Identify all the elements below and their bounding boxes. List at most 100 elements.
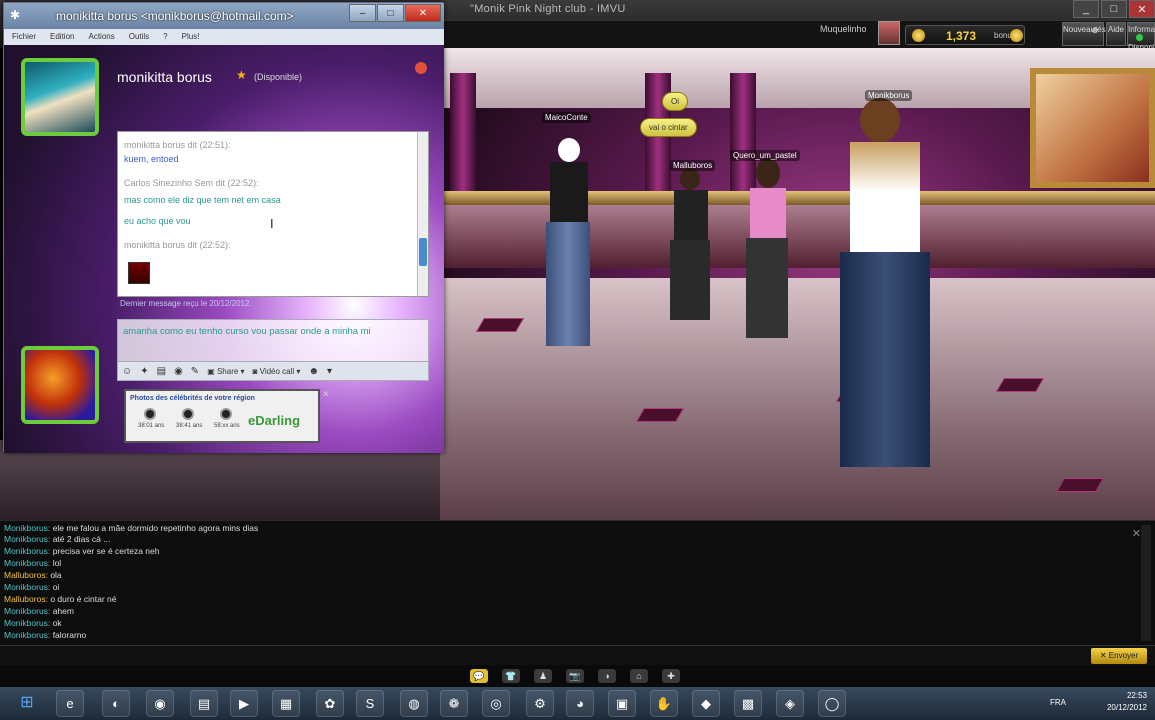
chrome-icon[interactable]: ◉	[146, 690, 174, 717]
room-icon[interactable]: ⌂	[630, 669, 648, 683]
ie-icon[interactable]: e	[56, 690, 84, 717]
floor-light	[475, 318, 525, 332]
nudge-icon[interactable]: ◉	[174, 366, 183, 377]
app-icon[interactable]: ✋	[650, 690, 678, 717]
outfit-icon[interactable]: 👕	[502, 669, 520, 683]
background-icon[interactable]: ▤	[157, 366, 166, 377]
msn-titlebar[interactable]: ✱ monikitta borus <monikborus@hotmail.co…	[4, 3, 444, 29]
system-clock[interactable]: 22:53 20/12/2012	[1107, 690, 1147, 714]
app-icon[interactable]: ⚙	[526, 690, 554, 717]
ad-time: 38:41 ans	[176, 423, 203, 429]
msn-body: monikitta borus ★ (Disponible) monikitta…	[4, 45, 444, 453]
video-call-button[interactable]: ◙ Vidéo call ▾	[253, 367, 301, 376]
folder-icon[interactable]: ▤	[190, 690, 218, 717]
conversation-scrollbar[interactable]	[417, 132, 428, 296]
conversation-history[interactable]: monikitta borus dit (22:51): kuem, entoe…	[117, 131, 429, 297]
clock-icon	[144, 408, 156, 420]
send-button[interactable]: ✕ Envoyer	[1091, 648, 1147, 664]
chat-input[interactable]: ✕ Envoyer	[0, 645, 1155, 665]
media-icon[interactable]: ▶	[230, 690, 258, 717]
menu-item-file[interactable]: Fichier	[12, 29, 36, 45]
chat-log[interactable]: Monikborus: ele me falou a mãe dormido r…	[0, 520, 1155, 645]
credits-value: 1,373	[946, 29, 977, 43]
app-icon[interactable]: ◯	[818, 690, 846, 717]
close-icon[interactable]: ✕	[1132, 527, 1141, 540]
more-icon[interactable]: ▾	[327, 366, 332, 377]
language-indicator[interactable]: FRA	[1050, 698, 1066, 707]
view-icon[interactable]: ◑	[598, 669, 616, 683]
chat-line: Malluboros: o duro é cintar né	[4, 594, 117, 604]
emoticon-icon	[128, 262, 150, 284]
share-icon: ▣	[207, 366, 217, 376]
app-icon[interactable]: ✿	[316, 690, 344, 717]
share-button[interactable]: ▣ Share ▾	[207, 367, 244, 376]
app-icon[interactable]: ❁	[440, 690, 468, 717]
browser-icon[interactable]: ◐	[102, 690, 130, 717]
compose-toolbar: ☺ ✦ ▤ ◉ ✎ ▣ Share ▾ ◙ Vidéo call ▾ ☻ ▾	[117, 361, 429, 381]
menu-item-actions[interactable]: Actions	[88, 29, 114, 45]
chat-line: Monikborus: precisa ver se é certeza neh	[4, 546, 160, 556]
ad-banner[interactable]: Photos des célébrités de votre région 38…	[124, 389, 320, 443]
menu-item-tools[interactable]: Outils	[129, 29, 149, 45]
menu-item-help[interactable]: ?	[163, 29, 167, 45]
ad-time: 38:01 ans	[138, 423, 165, 429]
my-avatar[interactable]	[21, 346, 99, 424]
msn-window-controls: – □ ✕	[349, 4, 441, 22]
minimize-button[interactable]: –	[349, 4, 376, 22]
start-button[interactable]: ⊞	[12, 690, 42, 717]
msn-icon[interactable]: ▦	[272, 690, 300, 717]
floor-light	[1055, 478, 1105, 492]
scene-viewport[interactable]: MaicoConte Malluboros Quero_um_pastel Mo…	[440, 48, 1155, 520]
app-icon[interactable]: ▣	[608, 690, 636, 717]
desktop: "Monik Pink Night club - IMVU _ □ ✕ Muqu…	[0, 0, 1155, 720]
app-icon[interactable]: ◍	[400, 690, 428, 717]
share-label: Share	[216, 366, 239, 376]
close-icon[interactable]: ✕	[322, 389, 330, 400]
contact-avatar[interactable]	[21, 58, 99, 136]
compose-text: amanha como eu tenho curso vou passar on…	[123, 326, 371, 337]
emoticon-icon[interactable]: ☺	[122, 366, 132, 377]
chat-icon[interactable]: 💬	[470, 669, 488, 683]
minimize-button[interactable]: _	[1073, 0, 1099, 18]
close-button[interactable]: ✕	[405, 4, 441, 22]
msn-conversation-window: ✱ monikitta borus <monikborus@hotmail.co…	[3, 2, 444, 453]
chat-line: Monikborus: ele me falou a mãe dormido r…	[4, 523, 259, 533]
menu-item-edit[interactable]: Edition	[50, 29, 74, 45]
pose-icon[interactable]: ♟	[534, 669, 552, 683]
avatar[interactable]	[878, 21, 900, 45]
menu-item-plus[interactable]: Plus!	[182, 29, 200, 45]
chat-line: Monikborus: ahem	[4, 606, 74, 616]
wink-icon[interactable]: ✦	[140, 366, 148, 377]
chat-line: Monikborus: oi	[4, 582, 60, 592]
scroll-thumb[interactable]	[419, 238, 427, 266]
maximize-button[interactable]: □	[377, 4, 404, 22]
skype-icon[interactable]: S	[356, 690, 384, 717]
maximize-button[interactable]: □	[1101, 0, 1127, 18]
settings-icon[interactable]: ⚙	[1084, 24, 1106, 48]
app-icon[interactable]: ◈	[776, 690, 804, 717]
smiley-icon[interactable]: ☻	[308, 366, 319, 377]
add-icon[interactable]: ✚	[662, 669, 680, 683]
credits-display[interactable]: 1,373 bonus	[905, 25, 1025, 45]
app-icon[interactable]: ◎	[482, 690, 510, 717]
imvu-window-title: "Monik Pink Night club - IMVU	[470, 3, 626, 15]
options-icon[interactable]	[415, 62, 427, 74]
coin-icon	[1010, 29, 1023, 42]
close-button[interactable]: ✕	[1129, 0, 1155, 18]
chat-line: Monikborus: falorarno	[4, 630, 87, 640]
chat-bubble: Oi	[662, 92, 688, 111]
app-icon[interactable]: ◕	[566, 690, 594, 717]
status-button[interactable]: InformatioDisponible	[1127, 22, 1155, 52]
video-icon: ◙	[252, 366, 260, 376]
clock-icon	[220, 408, 232, 420]
camera-icon[interactable]: 📷	[566, 669, 584, 683]
chat-scrollbar[interactable]	[1141, 525, 1151, 641]
app-icon[interactable]: ▩	[734, 690, 762, 717]
app-icon[interactable]: ◆	[692, 690, 720, 717]
avatar-name-tag: Monikborus	[865, 90, 913, 101]
avatar-name-tag: Malluboros	[670, 160, 716, 171]
ad-logo: eDarling	[248, 413, 301, 428]
chat-bubble: vai o cintar	[640, 118, 697, 137]
help-button[interactable]: Aide	[1106, 22, 1126, 46]
voice-icon[interactable]: ✎	[191, 366, 199, 377]
